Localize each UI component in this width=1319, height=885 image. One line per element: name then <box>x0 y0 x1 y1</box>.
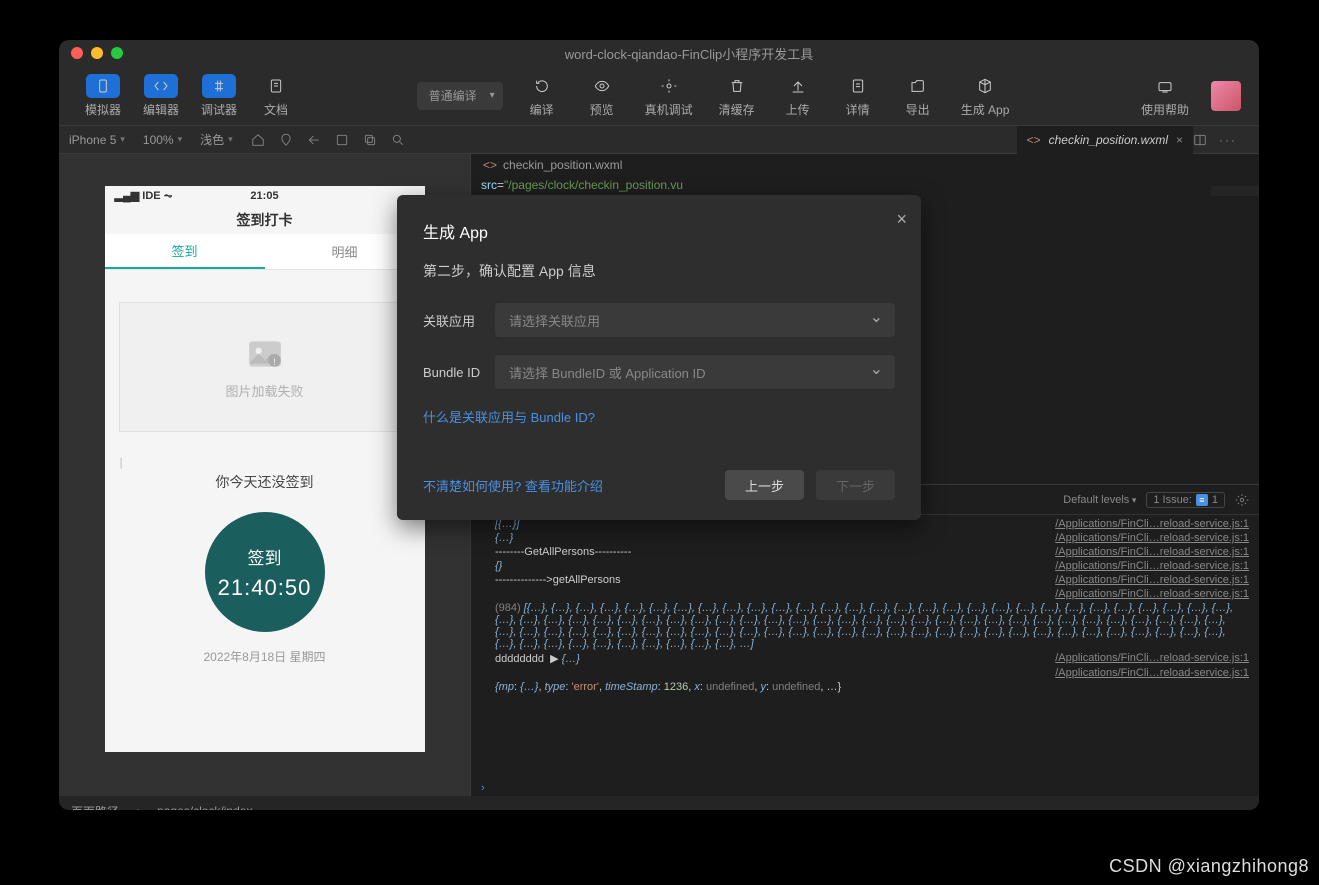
help-link-bundle[interactable]: 什么是关联应用与 Bundle ID? <box>423 410 595 425</box>
watermark: CSDN @xiangzhihong8 <box>1109 856 1309 877</box>
build-app-modal: × 生成 App 第二步，确认配置 App 信息 关联应用 请选择关联应用 Bu… <box>397 195 921 520</box>
ide-window: word-clock-qiandao-FinClip小程序开发工具 模拟器 编辑… <box>59 40 1259 810</box>
app-select[interactable]: 请选择关联应用 <box>495 303 895 337</box>
help-text: 不清楚如何使用? 查看功能介绍 <box>423 476 603 495</box>
field-label-app: 关联应用 <box>423 311 495 330</box>
modal-title: 生成 App <box>423 219 895 243</box>
modal-step-text: 第二步，确认配置 App 信息 <box>423 261 895 281</box>
close-icon[interactable]: × <box>896 209 907 230</box>
next-button[interactable]: 下一步 <box>816 470 895 500</box>
help-link-intro[interactable]: 查看功能介绍 <box>525 479 603 494</box>
bundle-select[interactable]: 请选择 BundleID 或 Application ID <box>495 355 895 389</box>
field-label-bundle: Bundle ID <box>423 365 495 380</box>
prev-button[interactable]: 上一步 <box>725 470 804 500</box>
modal-backdrop: × 生成 App 第二步，确认配置 App 信息 关联应用 请选择关联应用 Bu… <box>59 40 1259 810</box>
